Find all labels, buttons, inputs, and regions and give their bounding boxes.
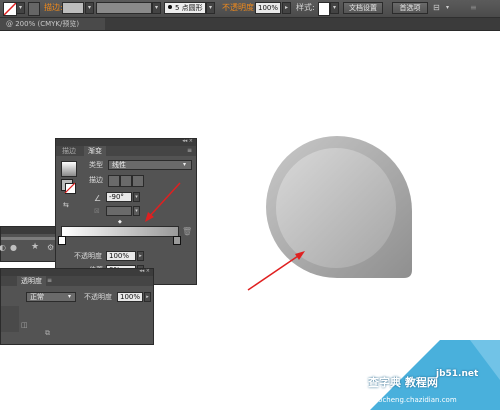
profile-dropdown-arrow[interactable]: ▾ [152,2,161,14]
stroke-weight-dropdown[interactable]: ▾ [85,2,94,14]
arrange-icon[interactable]: ⊟ [433,3,447,13]
gradient-preview-swatch[interactable] [61,161,77,177]
stop-opacity-field[interactable]: 100% [106,251,136,261]
brush-dropdown-arrow[interactable]: ▾ [206,2,215,14]
tab-stroke[interactable]: 描边 [58,146,80,156]
gradient-midpoint-marker[interactable]: ◆ [118,219,122,225]
brush-definition-label: 5 点圆形 [175,4,203,12]
arrange-dropdown-icon[interactable]: ▾ [446,3,452,13]
no-fill-icon [4,3,16,15]
fill-stroke-indicator[interactable] [61,179,76,194]
symbol-icon[interactable]: ◐ [0,243,6,252]
opacity-dropdown-arrow[interactable]: ▸ [282,2,291,14]
annotation-arrow-canvas [247,251,305,291]
blend-mode-arrow: ▾ [68,293,72,300]
graphic-style-swatch[interactable] [318,2,330,16]
brush-dot-icon [168,5,172,9]
stop-opacity-arrow[interactable]: ▸ [137,251,144,261]
watermark-text: 查字典 教程网 [368,376,438,389]
document-tab-bar: @ 200% (CMYK/预览) [0,18,500,31]
no-stroke-icon [64,182,75,193]
annotation-arrow-panel [145,182,181,222]
transparency-opacity-label: 不透明度 [84,293,112,301]
type-dropdown-arrow: ▾ [183,161,187,168]
type-label: 类型 [89,161,103,169]
gradient-end-stop[interactable] [173,236,181,245]
aspect-dropdown-arrow[interactable]: ▾ [133,206,140,216]
document-setup-button[interactable]: 文档设置 [343,2,383,14]
star-symbol-icon[interactable]: ★ [31,242,39,252]
fill-dropdown-arrow[interactable]: ▾ [16,2,25,14]
variable-width-profile[interactable] [96,2,152,14]
panel-scrollbar[interactable] [1,237,57,240]
gradient-type-select[interactable]: 线性 [108,160,192,170]
delete-stop-icon[interactable]: 🗑 [182,227,192,236]
stroke-swatch[interactable] [28,2,40,16]
tab-gradient[interactable]: 渐变 [84,146,106,156]
panel-collapse-icon-2[interactable]: ◂◂ × [139,268,150,274]
stroke-label: 描边 [89,176,103,184]
transparency-opacity-arrow[interactable]: ▸ [144,292,151,302]
mask-thumbnail[interactable] [1,306,19,332]
style-label: 样式: [296,3,315,12]
panel-options-icon-2[interactable]: ≡ [47,277,52,284]
aspect-ratio-field[interactable] [106,206,132,216]
aspect-ratio-icon: ⊠ [94,207,100,215]
control-bar: ▾ 描边: ▾ ▾ 5 点圆形 ▾ 不透明度 100% ▸ 样式: ▾ 文档设置… [0,0,500,18]
angle-icon: ∠ [94,194,102,203]
circle-symbol-icon[interactable]: ● [10,243,17,252]
watermark-domain: jb51.net [436,369,479,379]
gear-symbol-icon[interactable]: ⚙ [47,243,54,252]
angle-field[interactable]: -90° [106,192,132,202]
watermark-url: jiaocheng.chazidian.com [370,396,457,404]
opacity-field[interactable]: 100% [255,2,281,14]
angle-dropdown-arrow[interactable]: ▾ [133,192,140,202]
stroke-label[interactable]: 描边: [44,3,63,13]
style-dropdown-arrow[interactable]: ▾ [330,2,339,14]
gradient-start-stop[interactable] [58,236,66,245]
transparency-opacity-field[interactable]: 100% [117,292,143,302]
transparency-panel: ◂◂ × 透明度 ≡ 正常 ▾ 不透明度 100% ▸ ◫ ⧉ [0,268,154,345]
panel-options-icon[interactable]: ≡ [187,147,192,154]
stroke-gradient-within-button[interactable] [108,175,120,187]
clip-icon[interactable]: ◫ [21,321,28,329]
stroke-weight-field[interactable] [62,2,84,14]
opacity-label[interactable]: 不透明度 [222,3,254,13]
document-tab[interactable]: @ 200% (CMYK/预览) [0,18,105,30]
gradient-slider-bar[interactable] [61,226,179,237]
stop-opacity-label: 不透明度 [74,252,102,260]
panel-menu-icon[interactable]: ≡ [470,3,498,13]
tab-transparency[interactable]: 透明度 [17,276,46,286]
preferences-button[interactable]: 首选项 [392,2,428,14]
reverse-gradient-icon[interactable]: ⇆ [63,201,69,209]
stroke-gradient-along-button[interactable] [120,175,132,187]
symbols-panel: ◐ ● ★ ⚙ [0,226,57,262]
brush-definition-field[interactable]: 5 点圆形 [164,2,206,14]
panel-collapse-icon[interactable]: ◂◂ × [182,138,193,144]
invert-mask-icon[interactable]: ⧉ [45,329,50,338]
fill-swatch[interactable] [3,2,17,16]
